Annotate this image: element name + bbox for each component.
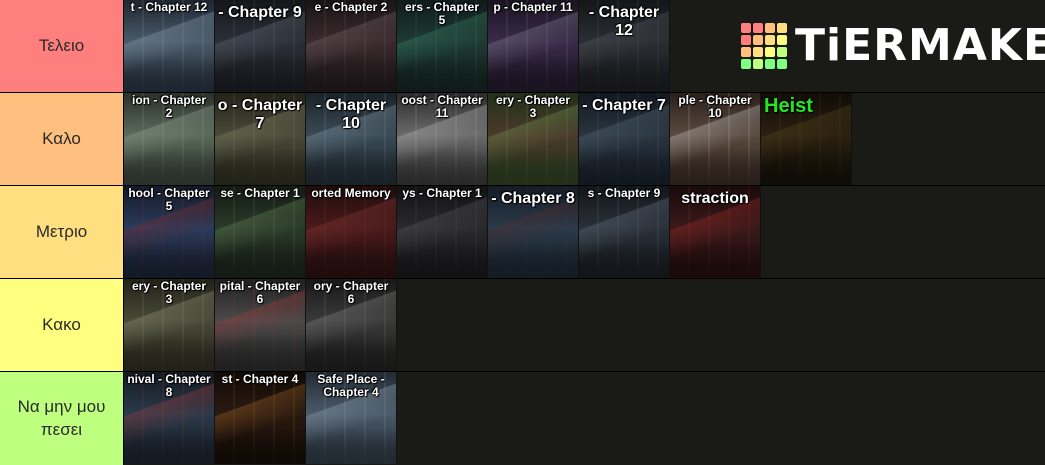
tier-item-thumbnail[interactable]: ion - Chapter 2 <box>124 93 215 185</box>
thumbnail-caption: st - Chapter 4 <box>221 373 299 386</box>
thumbnail-caption: ion - Chapter 2 <box>132 94 206 120</box>
tier-item-thumbnail[interactable]: o - Chapter 7 <box>215 93 306 185</box>
tier-label[interactable]: Καλο <box>0 93 124 185</box>
tier-item-thumbnail[interactable]: ys - Chapter 1 <box>397 186 488 278</box>
thumbnail-caption: s - Chapter 9 <box>587 187 661 200</box>
thumbnail-caption: Heist <box>764 97 813 115</box>
tier-list-board: Τελειο t - Chapter 12 - Chapter 9 e - Chapt… <box>0 0 1045 465</box>
tiermaker-logo-text: TiERMAKER <box>795 20 1045 71</box>
tier-items: t - Chapter 12 - Chapter 9 e - Chapter 2 er… <box>124 0 670 92</box>
thumbnail-caption: - Chapter 8 <box>491 190 575 207</box>
tier-item-thumbnail[interactable]: e - Chapter 2 <box>306 0 397 92</box>
tier-items: hool - Chapter 5 se - Chapter 1 orted Memo… <box>124 186 761 278</box>
tier-row: Καλο ion - Chapter 2 o - Chapter 7 - Chapte… <box>0 93 1045 186</box>
tier-items: nival - Chapter 8 st - Chapter 4 Safe Plac… <box>124 372 397 464</box>
tier-item-thumbnail[interactable]: ery - Chapter 3 <box>124 279 215 371</box>
logo-grid-cell <box>765 58 775 69</box>
thumbnail-caption: oost - Chapter 11 <box>401 94 483 120</box>
tier-item-thumbnail[interactable]: orted Memory <box>306 186 397 278</box>
logo-grid-cell <box>765 46 775 57</box>
thumbnail-caption: o - Chapter 7 <box>217 97 303 132</box>
tiermaker-logo: TiERMAKER <box>741 20 1045 71</box>
tier-row: Να μην μου πεσει nival - Chapter 8 st - Ch… <box>0 372 1045 465</box>
tier-item-thumbnail[interactable]: - Chapter 12 <box>579 0 670 92</box>
tier-row: Κακο ery - Chapter 3 pital - Chapter 6 ory … <box>0 279 1045 372</box>
tier-item-thumbnail[interactable]: hool - Chapter 5 <box>124 186 215 278</box>
thumbnail-caption: t - Chapter 12 <box>130 1 208 14</box>
thumbnail-caption: - Chapter 12 <box>588 4 660 39</box>
tier-item-thumbnail[interactable]: straction <box>670 186 761 278</box>
thumbnail-caption: ery - Chapter 3 <box>131 280 207 306</box>
logo-grid-cell <box>765 22 775 33</box>
tier-item-thumbnail[interactable]: st - Chapter 4 <box>215 372 306 464</box>
tier-item-thumbnail[interactable]: ery - Chapter 3 <box>488 93 579 185</box>
logo-grid-cell <box>753 34 763 45</box>
tier-label[interactable]: Κακο <box>0 279 124 371</box>
thumbnail-caption: ers - Chapter 5 <box>404 1 480 27</box>
tier-item-thumbnail[interactable]: t - Chapter 12 <box>124 0 215 92</box>
thumbnail-caption: ery - Chapter 3 <box>495 94 571 120</box>
tier-items: ery - Chapter 3 pital - Chapter 6 ory - Ch… <box>124 279 397 371</box>
logo-grid-cell <box>753 46 763 57</box>
tier-item-thumbnail[interactable]: nival - Chapter 8 <box>124 372 215 464</box>
tier-item-thumbnail[interactable]: - Chapter 9 <box>215 0 306 92</box>
tier-label[interactable]: Τελειο <box>0 0 124 92</box>
thumbnail-caption: e - Chapter 2 <box>314 1 388 14</box>
tier-item-thumbnail[interactable]: Safe Place - Chapter 4 <box>306 372 397 464</box>
logo-grid-cell <box>753 22 763 33</box>
thumbnail-caption: hool - Chapter 5 <box>128 187 210 213</box>
tier-items: ion - Chapter 2 o - Chapter 7 - Chapter 10… <box>124 93 852 185</box>
tier-row: Μετριο hool - Chapter 5 se - Chapter 1 orte… <box>0 186 1045 279</box>
thumbnail-caption: - Chapter 9 <box>218 4 302 21</box>
tier-item-thumbnail[interactable]: se - Chapter 1 <box>215 186 306 278</box>
thumbnail-caption: nival - Chapter 8 <box>127 373 211 399</box>
thumbnail-caption: - Chapter 10 <box>315 97 387 132</box>
tier-item-thumbnail[interactable]: Heist <box>761 93 852 185</box>
tier-item-thumbnail[interactable]: pital - Chapter 6 <box>215 279 306 371</box>
thumbnail-caption: p - Chapter 11 <box>493 1 573 14</box>
tier-item-thumbnail[interactable]: - Chapter 8 <box>488 186 579 278</box>
logo-grid-cell <box>777 46 787 57</box>
logo-grid-cell <box>741 58 751 69</box>
logo-grid-cell <box>765 34 775 45</box>
thumbnail-caption: - Chapter 7 <box>582 97 666 114</box>
thumbnail-caption: ys - Chapter 1 <box>402 187 482 200</box>
thumbnail-caption: ple - Chapter 10 <box>678 94 752 120</box>
tier-item-thumbnail[interactable]: p - Chapter 11 <box>488 0 579 92</box>
tiermaker-logo-grid-icon <box>741 22 787 69</box>
logo-grid-cell <box>753 58 763 69</box>
logo-grid-cell <box>777 34 787 45</box>
logo-grid-cell <box>741 34 751 45</box>
tier-label[interactable]: Μετριο <box>0 186 124 278</box>
tier-item-thumbnail[interactable]: s - Chapter 9 <box>579 186 670 278</box>
thumbnail-caption: pital - Chapter 6 <box>219 280 301 306</box>
logo-grid-cell <box>741 22 751 33</box>
tier-item-thumbnail[interactable]: oost - Chapter 11 <box>397 93 488 185</box>
logo-grid-cell <box>777 58 787 69</box>
tier-item-thumbnail[interactable]: ers - Chapter 5 <box>397 0 488 92</box>
tier-label[interactable]: Να μην μου πεσει <box>0 372 124 465</box>
tier-item-thumbnail[interactable]: ory - Chapter 6 <box>306 279 397 371</box>
thumbnail-caption: Safe Place - Chapter 4 <box>317 373 385 399</box>
thumbnail-caption: se - Chapter 1 <box>220 187 300 200</box>
tier-item-thumbnail[interactable]: - Chapter 7 <box>579 93 670 185</box>
logo-grid-cell <box>741 46 751 57</box>
logo-grid-cell <box>777 22 787 33</box>
thumbnail-caption: orted Memory <box>311 187 391 200</box>
thumbnail-caption: straction <box>681 190 749 207</box>
tier-item-thumbnail[interactable]: ple - Chapter 10 <box>670 93 761 185</box>
thumbnail-caption: ory - Chapter 6 <box>313 280 389 306</box>
tier-item-thumbnail[interactable]: - Chapter 10 <box>306 93 397 185</box>
